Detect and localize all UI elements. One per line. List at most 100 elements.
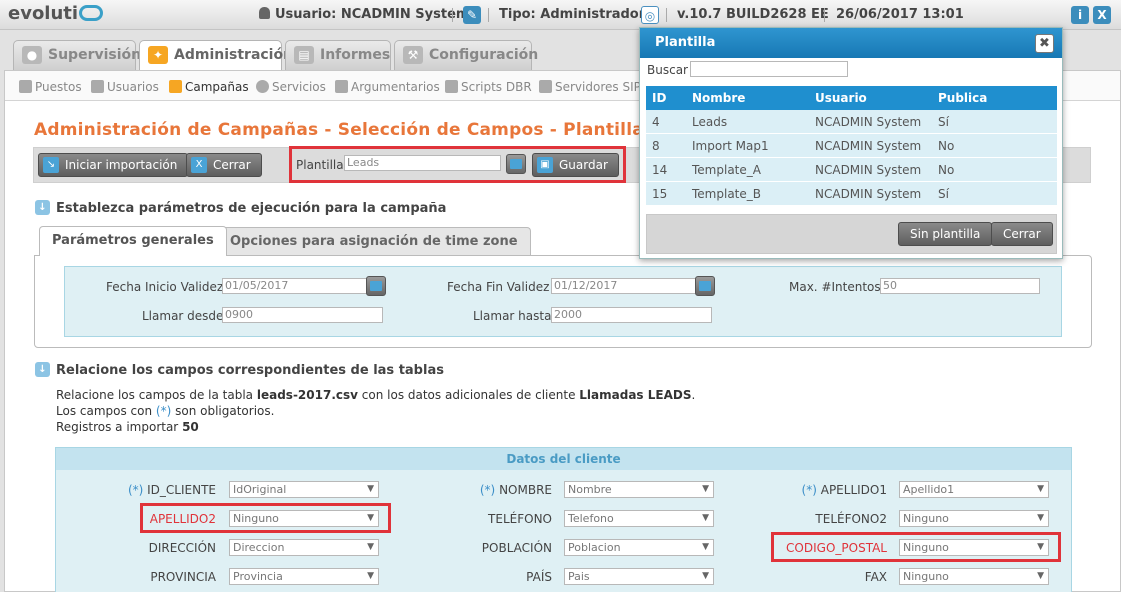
column-nombre: Nombre	[692, 91, 746, 105]
close-icon: X	[191, 157, 207, 173]
logout-close-icon[interactable]: X	[1093, 6, 1111, 24]
app-logo: evoluti	[8, 3, 104, 24]
calendar-icon[interactable]	[366, 276, 386, 296]
template-table-header: ID Nombre Usuario Publica	[646, 86, 1057, 110]
server-icon	[539, 80, 552, 93]
subnav-servicios[interactable]: Servicios	[256, 80, 326, 94]
select-provincia[interactable]: Provincia ▼	[229, 568, 379, 585]
start-import-button[interactable]: ↘ Iniciar importación	[38, 153, 189, 177]
llamar-desde-input[interactable]: 0900	[222, 307, 383, 323]
llamar-hasta-input[interactable]: 2000	[551, 307, 712, 323]
template-dialog: Plantilla ✖ Buscar ID Nombre Usuario Pub…	[639, 27, 1063, 259]
dialog-title: Plantilla	[640, 28, 1062, 58]
select-telefono[interactable]: Telefono ▼	[564, 510, 714, 527]
field-label-telefono2: TELÉFONO2	[815, 512, 887, 526]
admin-icon: ✦	[148, 46, 168, 64]
chevron-down-icon: ▼	[367, 484, 374, 494]
datetime-label: 26/06/2017 13:01	[836, 7, 964, 22]
column-id: ID	[652, 91, 667, 105]
dialog-footer: Sin plantilla Cerrar	[646, 214, 1057, 254]
table-row[interactable]: 15 Template_B NCADMIN System Sí	[646, 182, 1057, 206]
chevron-down-icon: ▼	[702, 484, 709, 494]
field-label-id-cliente: (*) ID_CLIENTE	[127, 483, 216, 497]
table-row[interactable]: 8 Import Map1 NCADMIN System No	[646, 134, 1057, 158]
campaign-icon	[169, 80, 182, 93]
records-count: Registros a importar 50	[56, 420, 199, 434]
table-row[interactable]: 14 Template_A NCADMIN System No	[646, 158, 1057, 182]
user-info: Usuario: NCADMIN System	[259, 7, 469, 22]
dialog-cancel-button[interactable]: Cerrar	[991, 222, 1053, 246]
field-label-provincia: PROVINCIA	[150, 570, 216, 584]
tab-supervision[interactable]: ● Supervisión	[13, 40, 141, 70]
required-note: Los campos con (*) son obligatorios.	[56, 404, 275, 418]
import-icon: ↘	[43, 157, 59, 173]
select-pais[interactable]: Pais ▼	[564, 568, 714, 585]
tab-configuracion[interactable]: ⚒ Configuración	[394, 40, 538, 70]
llamar-hasta-label: Llamar hasta	[473, 309, 552, 323]
client-data-header: Datos del cliente	[55, 447, 1072, 471]
no-template-button[interactable]: Sin plantilla	[898, 222, 993, 246]
search-input[interactable]	[690, 61, 848, 77]
select-nombre[interactable]: Nombre ▼	[564, 481, 714, 498]
section-parameters-title: ↓ Establezca parámetros de ejecución para…	[35, 200, 446, 216]
select-poblacion[interactable]: Poblacion ▼	[564, 539, 714, 556]
fecha-fin-input[interactable]: 01/12/2017	[551, 278, 698, 294]
max-intentos-label: Max. #Intentos	[789, 280, 881, 294]
fecha-inicio-input[interactable]: 01/05/2017	[222, 278, 369, 294]
field-label-fax: FAX	[864, 570, 887, 584]
user-icon	[259, 7, 270, 19]
field-label-pais: PAÍS	[526, 570, 552, 584]
user-icon	[91, 80, 104, 93]
separator	[666, 8, 667, 22]
dialog-close-icon[interactable]: ✖	[1035, 34, 1054, 53]
arrow-down-icon: ↓	[35, 362, 50, 377]
tab-parametros-generales[interactable]: Parámetros generales	[39, 226, 227, 256]
close-button[interactable]: X Cerrar	[186, 153, 262, 177]
column-usuario: Usuario	[815, 91, 867, 105]
subnav-argumentarios[interactable]: Argumentarios	[335, 80, 440, 94]
tab-time-zone[interactable]: Opciones para asignación de time zone	[217, 227, 531, 255]
fecha-inicio-label: Fecha Inicio Validez	[106, 280, 224, 294]
select-fax[interactable]: Ninguno ▼	[899, 568, 1049, 585]
chevron-down-icon: ▼	[702, 571, 709, 581]
field-label-apellido1: (*) APELLIDO1	[801, 483, 887, 497]
top-bar: evoluti Usuario: NCADMIN System ✎ Tipo: …	[0, 0, 1121, 30]
table-row[interactable]: 4 Leads NCADMIN System Sí	[646, 110, 1057, 134]
tab-informes[interactable]: ▤ Informes	[285, 40, 391, 70]
list-icon	[335, 80, 348, 93]
chevron-down-icon: ▼	[1037, 571, 1044, 581]
page-title: Administración de Campañas - Selección d…	[34, 120, 711, 140]
subnav-campanas[interactable]: Campañas	[169, 80, 249, 94]
highlight-box	[771, 532, 1061, 562]
report-icon: ▤	[294, 46, 314, 64]
user-icon: ●	[22, 46, 42, 64]
field-label-nombre: (*) NOMBRE	[479, 483, 552, 497]
llamar-desde-label: Llamar desde	[142, 309, 224, 323]
parameters-panel	[34, 255, 1092, 348]
subnav-usuarios[interactable]: Usuarios	[91, 80, 159, 94]
chevron-down-icon: ▼	[702, 542, 709, 552]
chevron-down-icon: ▼	[1037, 513, 1044, 523]
edit-user-icon[interactable]: ✎	[463, 6, 481, 24]
max-intentos-input[interactable]: 50	[880, 278, 1040, 294]
subnav-scripts-dbr[interactable]: Scripts DBR	[445, 80, 532, 94]
chevron-down-icon: ▼	[702, 513, 709, 523]
column-publica: Publica	[938, 91, 988, 105]
version-label: v.10.7 BUILD2628 EE	[677, 7, 829, 22]
subnav-puestos[interactable]: Puestos	[19, 80, 82, 94]
globe-icon[interactable]: ◎	[641, 6, 659, 24]
highlight-box	[289, 146, 626, 183]
select-apellido1[interactable]: Apellido1 ▼	[899, 481, 1049, 498]
search-label: Buscar	[647, 63, 688, 77]
info-icon[interactable]: i	[1071, 6, 1089, 24]
select-telefono2[interactable]: Ninguno ▼	[899, 510, 1049, 527]
calendar-icon[interactable]	[695, 276, 715, 296]
select-direccion[interactable]: Direccion ▼	[229, 539, 379, 556]
gear-icon	[256, 80, 269, 93]
script-icon	[445, 80, 458, 93]
field-label-poblacion: POBLACIÓN	[481, 541, 552, 555]
fecha-fin-label: Fecha Fin Validez	[447, 280, 550, 294]
tab-administracion[interactable]: ✦ Administración	[139, 40, 293, 71]
subnav-servidores-sip[interactable]: Servidores SIP	[539, 80, 641, 94]
select-id-cliente[interactable]: IdOriginal ▼	[229, 481, 379, 498]
